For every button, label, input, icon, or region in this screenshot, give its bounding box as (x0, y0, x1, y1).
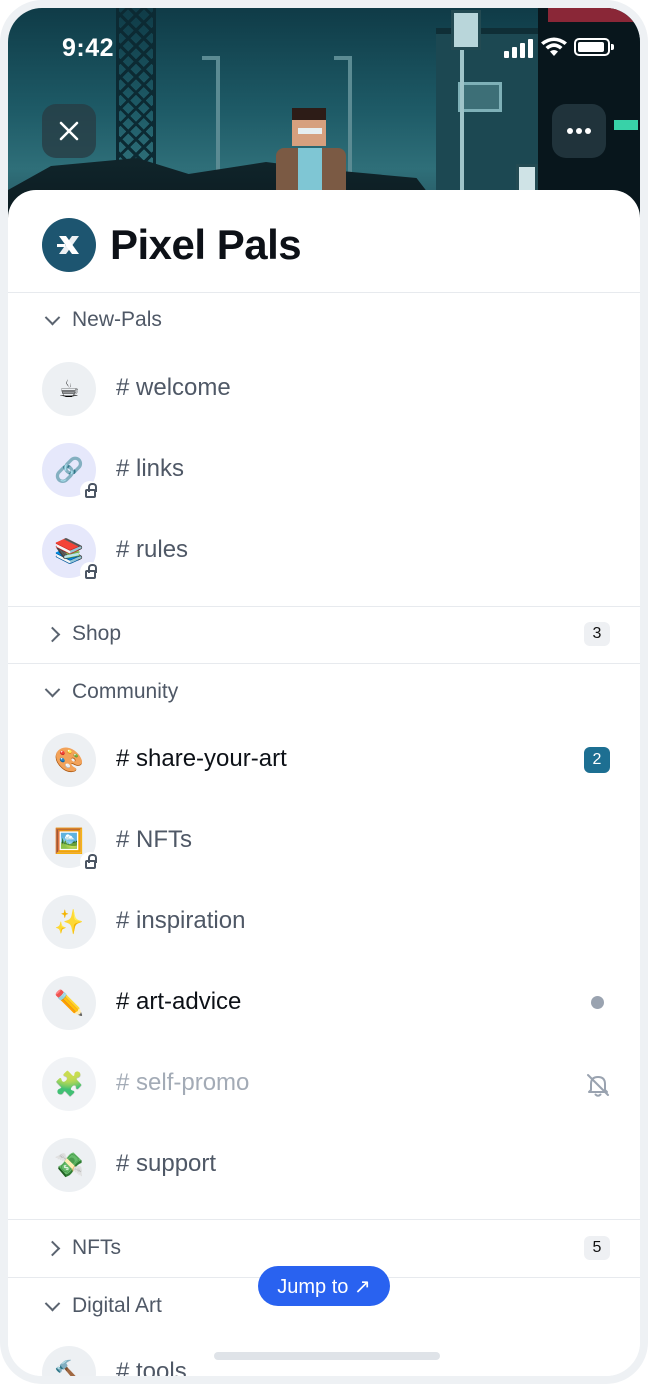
channel-inspiration[interactable]: ✨ # inspiration (8, 887, 640, 957)
unread-count-badge: 2 (584, 747, 610, 773)
coffee-icon: ☕ (42, 362, 96, 416)
channel-links[interactable]: 🔗 # links (8, 435, 640, 505)
channel-name: # links (116, 455, 185, 482)
sparkles-icon: ✨ (42, 895, 96, 949)
chevron-right-icon (44, 626, 60, 642)
channel-welcome[interactable]: ☕ # welcome (8, 354, 640, 424)
wifi-icon (541, 37, 567, 56)
unread-count-badge: 5 (584, 1236, 610, 1260)
channel-share-your-art[interactable]: 🎨 # share-your-art 2 (8, 725, 640, 795)
close-icon (59, 121, 79, 141)
chevron-down-icon (44, 312, 60, 328)
channel-name: # NFTs (116, 826, 193, 853)
chevron-right-icon (44, 1240, 60, 1256)
home-indicator (214, 1352, 440, 1360)
palette-icon: 🎨 (42, 733, 96, 787)
channel-name: # tools (116, 1358, 187, 1384)
channel-name: # inspiration (116, 907, 246, 934)
channel-support[interactable]: 💸 # support (8, 1130, 640, 1200)
channel-tools[interactable]: 🔨 # tools (8, 1338, 640, 1384)
divider (8, 292, 640, 293)
banner-neon (614, 120, 638, 130)
category-label: Community (72, 680, 179, 703)
hammer-icon: 🔨 (42, 1346, 96, 1376)
character-head (292, 108, 326, 146)
server-logo-mark-icon (57, 236, 79, 254)
chevron-down-icon (44, 684, 60, 700)
pencil-icon: ✏️ (42, 976, 96, 1030)
channel-name: # share-your-art (116, 745, 287, 772)
channel-name: # support (116, 1150, 217, 1177)
battery-icon (574, 38, 614, 56)
server-name: Pixel Pals (110, 221, 302, 268)
cellular-signal-icon (504, 38, 538, 58)
category-label: New-Pals (72, 308, 162, 331)
category-label: Digital Art (72, 1294, 162, 1317)
category-new-pals[interactable]: New-Pals (8, 298, 640, 342)
lock-icon (80, 852, 100, 872)
channel-self-promo[interactable]: 🧩 # self-promo (8, 1049, 640, 1119)
category-shop[interactable]: Shop 3 (8, 612, 640, 656)
category-label: Shop (72, 622, 122, 645)
close-button[interactable] (42, 104, 96, 158)
divider (8, 606, 640, 607)
category-nfts[interactable]: NFTs 5 (8, 1226, 640, 1270)
channel-name: # rules (116, 536, 189, 563)
channel-rules[interactable]: 📚 # rules (8, 516, 640, 586)
server-logo (42, 218, 96, 272)
bell-off-icon (587, 1074, 609, 1097)
channel-name: # welcome (116, 374, 231, 401)
channel-name: # self-promo (116, 1069, 250, 1096)
status-time: 9:42 (62, 34, 115, 62)
more-icon (567, 128, 591, 134)
server-header[interactable]: Pixel Pals (42, 214, 302, 276)
channel-sheet: Pixel Pals New-Pals ☕ # welcome 🔗 # link… (8, 190, 640, 1384)
puzzle-piece-icon: 🧩 (42, 1057, 96, 1111)
category-community[interactable]: Community (8, 670, 640, 714)
channel-art-advice[interactable]: ✏️ # art-advice (8, 968, 640, 1038)
category-label: NFTs (72, 1236, 121, 1259)
lock-icon (80, 562, 100, 582)
divider (8, 1219, 640, 1220)
phone-frame: 9:42 Pixel Pals New-Pals ☕ # welcome 🔗 #… (0, 0, 648, 1384)
channel-name: # art-advice (116, 988, 242, 1015)
unread-dot (591, 996, 604, 1009)
unread-count-badge: 3 (584, 622, 610, 646)
status-bar: 9:42 (8, 8, 640, 88)
chevron-down-icon (44, 1298, 60, 1314)
money-with-wings-icon: 💸 (42, 1138, 96, 1192)
lock-icon (80, 481, 100, 501)
channel-nfts[interactable]: 🖼️ # NFTs (8, 806, 640, 876)
more-options-button[interactable] (552, 104, 606, 158)
jump-to-button[interactable]: Jump to ↗ (258, 1266, 390, 1306)
divider (8, 663, 640, 664)
character-glasses (298, 128, 322, 134)
